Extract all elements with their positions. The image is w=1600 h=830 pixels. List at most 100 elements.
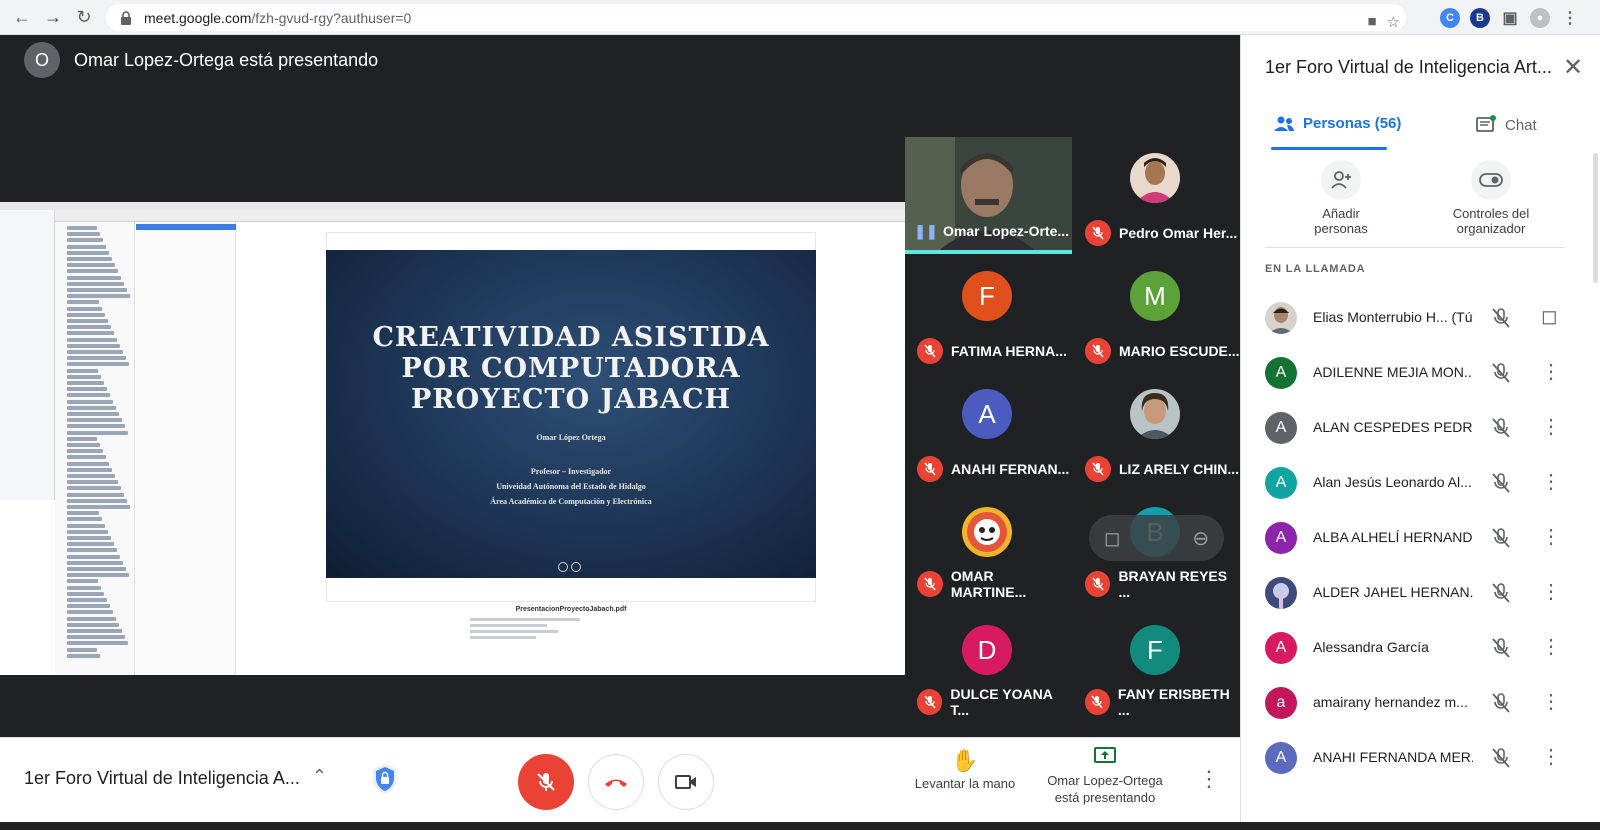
mic-off-icon — [537, 773, 555, 791]
pin-icon[interactable]: ◻ — [1541, 304, 1558, 329]
shared-file-entry — [67, 257, 112, 261]
participant-name: ANAHI FERNANDA MER... — [1313, 749, 1473, 765]
shared-file-entry — [67, 337, 117, 342]
list-item[interactable]: Elias Monterrubio H... (Tú) ◻ — [1241, 290, 1600, 346]
list-item[interactable]: A Alan Jesús Leonardo Al... ⋮ — [1241, 455, 1600, 511]
participant-tile[interactable]: ❚❚ Omar Lopez-Orte... — [905, 137, 1072, 254]
participant-name: Pedro Omar Her... — [1119, 225, 1238, 241]
participant-tile[interactable]: Pedro Omar Her... — [1073, 137, 1240, 254]
close-icon[interactable]: ✕ — [1563, 53, 1583, 82]
shield-lock-icon[interactable] — [370, 762, 400, 796]
mic-off-icon — [1085, 571, 1111, 597]
add-people-button[interactable]: Añadir personas — [1271, 160, 1411, 236]
file-meta — [470, 618, 580, 642]
panel-scrollbar[interactable] — [1593, 153, 1598, 283]
shared-file-entry — [67, 319, 108, 323]
shared-file-entry — [67, 269, 118, 274]
tab-chat[interactable]: Chat — [1475, 115, 1537, 135]
forward-icon[interactable]: → — [37, 1, 69, 33]
profile-avatar-icon[interactable]: ● — [1530, 7, 1550, 28]
shared-file-entry — [67, 653, 100, 658]
pin-icon[interactable]: ◻ — [1104, 526, 1121, 551]
shared-file-entry — [67, 573, 129, 578]
tab-people[interactable]: Personas (56) — [1273, 115, 1401, 132]
list-item[interactable]: A ADILENNE MEJIA MON... ⋮ — [1241, 345, 1600, 401]
presenting-button[interactable]: Omar Lopez-Ortega está presentando — [1035, 746, 1175, 806]
url-path: /fzh-gvud-rgy?authuser=0 — [251, 9, 412, 26]
more-vert-icon[interactable]: ⋮ — [1541, 524, 1561, 549]
microphone-toggle-button[interactable] — [518, 754, 574, 810]
mic-off-icon — [917, 338, 943, 364]
more-vert-icon[interactable]: ⋮ — [1541, 579, 1561, 604]
tile-hover-controls: ◻ ● ⊖ — [1089, 515, 1224, 561]
participant-tile[interactable]: F FANY ERISBETH ... — [1073, 609, 1240, 726]
more-vert-icon[interactable]: ⋮ — [1541, 359, 1561, 384]
shared-file-entry — [67, 387, 107, 392]
address-bar[interactable]: meet.google.com/fzh-gvud-rgy?authuser=0 … — [106, 4, 1406, 31]
shared-file-entry — [67, 238, 103, 243]
shared-file-entry — [67, 529, 108, 534]
list-item[interactable]: A ALAN CESPEDES PEDR... ⋮ — [1241, 400, 1600, 456]
list-item[interactable]: A Alessandra García ⋮ — [1241, 620, 1600, 676]
participant-tile[interactable]: A ANAHI FERNAN... — [905, 373, 1072, 490]
raise-hand-label: Levantar la mano — [914, 776, 1016, 791]
mic-off-icon — [1492, 363, 1510, 383]
panel-tabs: Personas (56) Chat — [1241, 105, 1600, 153]
chevron-up-icon[interactable]: ⌃ — [312, 766, 327, 787]
leave-call-button[interactable] — [588, 754, 644, 810]
more-options-icon[interactable]: ⋮ — [1198, 766, 1220, 792]
shared-file-entry — [67, 585, 101, 590]
list-item[interactable]: ALDER JAHEL HERNAN... ⋮ — [1241, 565, 1600, 621]
participant-grid: ❚❚ Omar Lopez-Orte... Pedro Omar Her... … — [905, 137, 1240, 737]
puzzle-icon[interactable]: ▣ — [1500, 8, 1520, 28]
shared-file-entry — [67, 350, 123, 354]
reload-icon[interactable]: ↻ — [68, 1, 100, 33]
shared-file-entry — [67, 300, 99, 305]
extension-b-icon[interactable]: B — [1470, 7, 1490, 28]
participant-tile[interactable]: OMAR MARTINE... — [905, 491, 1072, 608]
participant-name: Alan Jesús Leonardo Al... — [1313, 474, 1472, 490]
mic-off-icon — [1085, 220, 1111, 246]
mic-off-icon — [1492, 308, 1510, 328]
mic-off-icon — [917, 456, 943, 482]
participant-tile[interactable]: LIZ ARELY CHIN... — [1073, 373, 1240, 490]
list-item[interactable]: a amairany hernandez m... ⋮ — [1241, 675, 1600, 731]
participant-tile[interactable]: F FATIMA HERNA... — [905, 255, 1072, 372]
participant-name: MARIO ESCUDE... — [1119, 343, 1240, 359]
participant-tile[interactable]: M MARIO ESCUDE... — [1073, 255, 1240, 372]
avatar: A — [1265, 357, 1297, 389]
more-vert-icon[interactable]: ⋮ — [1560, 8, 1580, 28]
shared-file-entry — [67, 474, 115, 478]
camera-icon[interactable]: ■ — [1367, 13, 1376, 30]
camera-toggle-button[interactable] — [658, 754, 714, 810]
more-vert-icon[interactable]: ⋮ — [1541, 634, 1561, 659]
meeting-title[interactable]: 1er Foro Virtual de Inteligencia A... — [24, 768, 300, 789]
more-vert-icon[interactable]: ⋮ — [1541, 689, 1561, 714]
avatar — [1265, 302, 1297, 334]
more-vert-icon[interactable]: ⋮ — [1541, 414, 1561, 439]
participant-name: FANY ERISBETH ... — [1117, 686, 1230, 718]
list-item[interactable]: A ANAHI FERNANDA MER... ⋮ — [1241, 730, 1600, 786]
participant-name: DULCE YOANA T... — [950, 686, 1053, 718]
participant-tile[interactable]: B ◻ ● ⊖ BRAYAN REYES ... — [1073, 491, 1240, 608]
participant-name: Elias Monterrubio H... (Tú) — [1313, 309, 1473, 325]
slide-university: Univeidad Autónoma del Estado de Hidalgo — [496, 482, 646, 491]
remove-icon[interactable]: ⊖ — [1192, 526, 1209, 551]
shared-file-entry — [67, 374, 101, 379]
extension-c-icon[interactable]: C — [1440, 7, 1460, 28]
avatar: A — [1265, 632, 1297, 664]
list-item[interactable]: A ALBA ALHELÍ HERNAND... ⋮ — [1241, 510, 1600, 566]
star-icon[interactable]: ☆ — [1387, 13, 1400, 31]
raise-hand-button[interactable]: ✋ Levantar la mano — [905, 748, 1025, 791]
slide-department: Área Académica de Computación y Electrón… — [490, 497, 652, 506]
presenter-banner: O Omar Lopez-Ortega está presentando — [24, 42, 378, 78]
panel-title: 1er Foro Virtual de Inteligencia Art... — [1265, 57, 1552, 77]
back-icon[interactable]: ← — [6, 1, 38, 33]
participant-tile[interactable]: D DULCE YOANA T... — [905, 609, 1072, 726]
browser-toolbar: ← → ↻ meet.google.com/fzh-gvud-rgy?authu… — [0, 0, 1600, 35]
host-controls-button[interactable]: Controles del organizador — [1421, 160, 1561, 236]
more-vert-icon[interactable]: ⋮ — [1541, 469, 1561, 494]
shared-file-entry — [67, 641, 128, 646]
shared-file-entry — [67, 616, 116, 621]
more-vert-icon[interactable]: ⋮ — [1541, 744, 1561, 769]
